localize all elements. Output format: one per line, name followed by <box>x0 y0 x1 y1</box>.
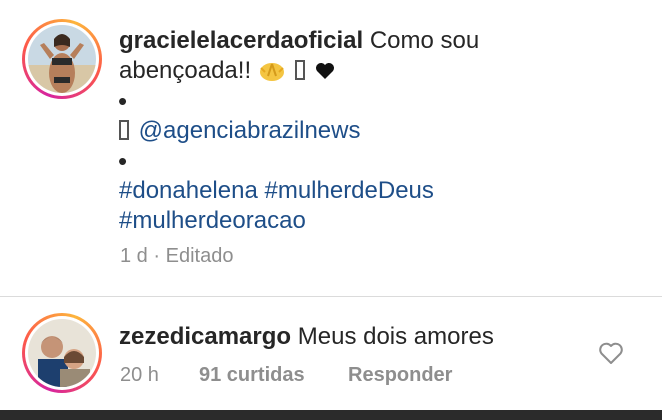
post-username[interactable]: gracielelacerdaoficial <box>119 27 363 54</box>
black-heart-icon <box>308 57 335 84</box>
comment-time: 20 h <box>120 364 159 386</box>
post-meta: 1 d · Editado <box>120 245 233 268</box>
bullet-dot-2: • <box>118 146 128 176</box>
divider <box>0 296 662 297</box>
post-time: 1 d <box>120 245 148 267</box>
hashtags-line-2[interactable]: #mulherdeoracao <box>119 206 306 236</box>
folded-hands-icon <box>258 57 293 84</box>
comment-line: zezedicamargo Meus dois amores <box>119 322 494 352</box>
mention-link[interactable]: @agenciabrazilnews <box>139 117 361 144</box>
unsupported-glyph-icon <box>295 60 306 80</box>
comment-username[interactable]: zezedicamargo <box>119 323 291 350</box>
avatar-photo <box>28 319 96 387</box>
reply-button[interactable]: Responder <box>348 364 452 387</box>
meta-separator: · <box>153 245 161 267</box>
post-author-avatar[interactable] <box>22 19 102 99</box>
comment-likes[interactable]: 91 curtidas <box>199 364 305 387</box>
caption-line-mention: @agenciabrazilnews <box>119 116 360 146</box>
hashtags-line-1[interactable]: #donahelena #mulherdeDeus <box>119 176 434 206</box>
caption-text-2: abençoada!! <box>119 57 252 84</box>
comment-text: Meus dois amores <box>297 323 494 350</box>
bullet-dot: • <box>118 86 128 116</box>
unsupported-glyph-icon <box>119 120 129 140</box>
commenter-avatar[interactable] <box>22 313 102 393</box>
caption-line-2: abençoada!! <box>119 56 335 86</box>
caption-line-1: gracielelacerdaoficial Como sou <box>119 26 479 56</box>
like-heart-icon[interactable] <box>597 339 625 367</box>
bottom-edge <box>0 410 662 420</box>
post-caption: gracielelacerdaoficial Como sou abençoad… <box>0 0 662 296</box>
edited-label: Editado <box>165 245 234 267</box>
caption-text: Como sou <box>369 27 480 54</box>
avatar-photo <box>28 25 96 93</box>
